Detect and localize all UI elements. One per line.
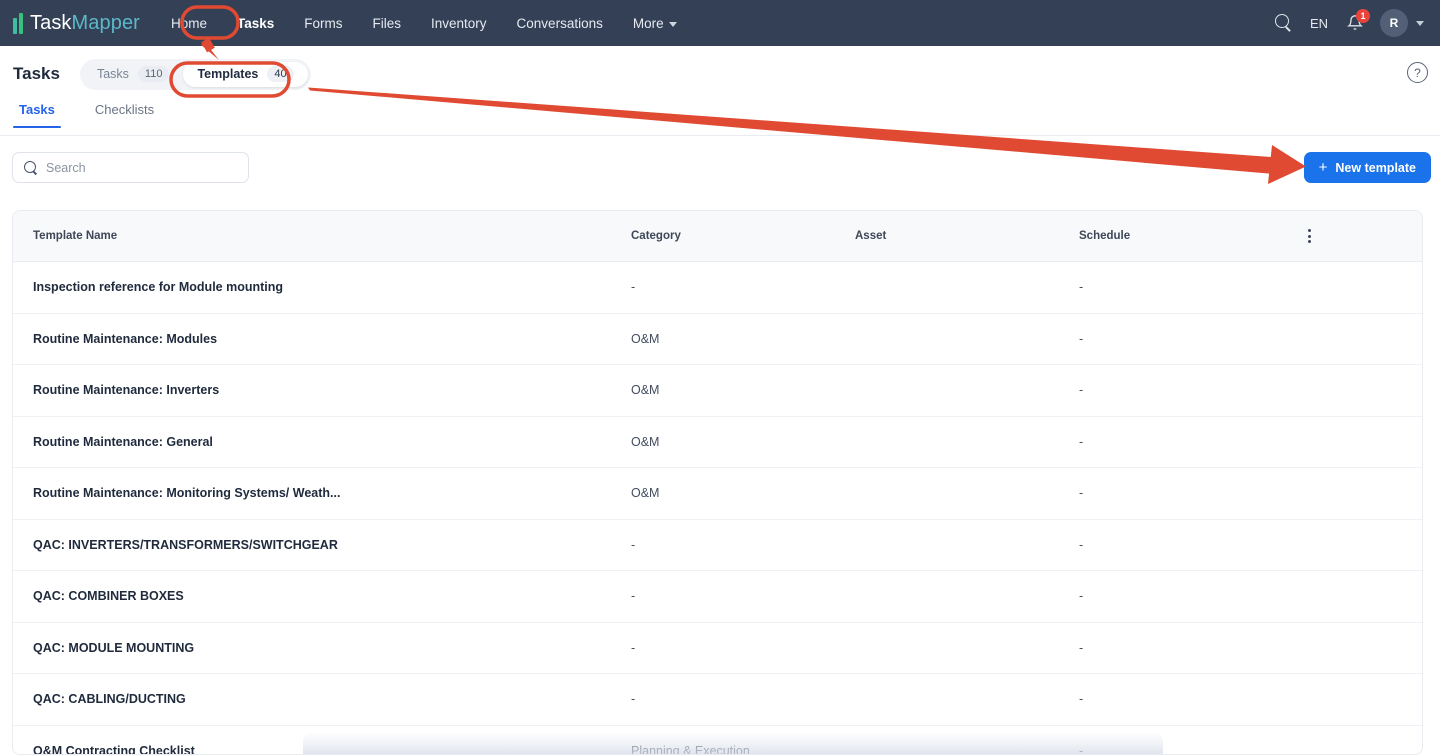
cell-schedule: - (1079, 589, 1084, 604)
search-icon (23, 160, 38, 175)
app-logo[interactable]: TaskMapper (13, 12, 140, 35)
cell-category: - (631, 692, 636, 707)
logo-text-second: Mapper (71, 11, 140, 34)
nav-item-more[interactable]: More (625, 11, 685, 36)
toolbar: Search + New template (0, 152, 1440, 184)
app-root: TaskMapper Home Tasks Forms Files Invent… (0, 0, 1440, 755)
nav-item-label: Inventory (431, 15, 487, 31)
notifications-button[interactable]: 1 (1338, 6, 1372, 40)
cell-template-name: Routine Maintenance: Modules (33, 331, 218, 346)
tab-checklists[interactable]: Checklists (89, 102, 160, 127)
cell-schedule: - (1079, 486, 1084, 501)
column-header-asset[interactable]: Asset (855, 230, 1079, 242)
new-template-label: New template (1335, 160, 1416, 175)
nav-item-label: Files (372, 15, 402, 31)
table-row[interactable]: QAC: CABLING/DUCTING - - (13, 674, 1422, 726)
cell-category: O&M (631, 331, 660, 346)
segment-label: Templates (197, 67, 259, 81)
avatar[interactable]: R (1380, 9, 1408, 37)
kebab-menu-icon (1308, 229, 1311, 243)
sub-tabs: Tasks Checklists (0, 102, 1440, 136)
cell-schedule: - (1079, 537, 1084, 552)
cell-category: - (631, 280, 636, 295)
table-row[interactable]: QAC: INVERTERS/TRANSFORMERS/SWITCHGEAR -… (13, 520, 1422, 571)
table-row[interactable]: QAC: COMBINER BOXES - - (13, 571, 1422, 623)
nav-item-forms[interactable]: Forms (296, 11, 350, 36)
cell-template-name: QAC: CABLING/DUCTING (33, 692, 186, 707)
page-header: Tasks Tasks 110 Templates 40 ? (0, 46, 1440, 102)
cell-schedule: - (1079, 383, 1084, 398)
top-navigation-bar: TaskMapper Home Tasks Forms Files Invent… (0, 0, 1440, 46)
cell-template-name: QAC: COMBINER BOXES (33, 589, 184, 604)
chevron-down-icon (668, 21, 677, 27)
cell-schedule: - (1079, 640, 1084, 655)
cell-category: O&M (631, 486, 660, 501)
new-template-button[interactable]: + New template (1303, 152, 1431, 183)
cell-template-name: Routine Maintenance: General (33, 434, 213, 449)
cell-category: - (631, 589, 636, 604)
nav-item-tasks[interactable]: Tasks (229, 11, 282, 36)
nav-item-label: Conversations (516, 15, 603, 31)
logo-bars-icon (13, 12, 23, 34)
segment-templates[interactable]: Templates 40 (183, 61, 308, 87)
segmented-control: Tasks 110 Templates 40 (79, 58, 311, 90)
cell-category: O&M (631, 434, 660, 449)
search-placeholder: Search (46, 160, 86, 175)
table-row[interactable]: Routine Maintenance: General O&M - (13, 417, 1422, 468)
cell-schedule: - (1079, 434, 1084, 449)
table-options-button[interactable] (1305, 229, 1422, 243)
language-selector[interactable]: EN (1300, 16, 1338, 31)
cell-template-name: QAC: INVERTERS/TRANSFORMERS/SWITCHGEAR (33, 537, 338, 552)
cell-template-name: Routine Maintenance: Inverters (33, 383, 220, 398)
tab-tasks[interactable]: Tasks (13, 102, 61, 128)
segment-label: Tasks (96, 67, 129, 81)
column-header-category[interactable]: Category (631, 230, 855, 242)
templates-table: Template Name Category Asset Schedule In… (12, 210, 1423, 755)
nav-item-inventory[interactable]: Inventory (423, 11, 495, 36)
cell-template-name: O&M Contracting Checklist (33, 743, 195, 755)
cell-schedule: - (1079, 331, 1084, 346)
notification-badge: 1 (1356, 9, 1370, 23)
cell-schedule: - (1079, 692, 1084, 707)
cell-template-name: Inspection reference for Module mounting (33, 280, 284, 295)
table-row[interactable]: O&M Contracting Checklist Planning & Exe… (13, 726, 1422, 755)
segment-count: 40 (267, 66, 294, 82)
chevron-down-icon[interactable] (1416, 20, 1424, 26)
segment-tasks[interactable]: Tasks 110 (83, 62, 184, 87)
nav-item-files[interactable]: Files (365, 11, 410, 36)
table-header-row: Template Name Category Asset Schedule (13, 211, 1422, 262)
nav-item-label: Tasks (236, 15, 275, 31)
column-header-schedule[interactable]: Schedule (1079, 230, 1305, 242)
nav-item-label: Forms (304, 15, 343, 31)
column-header-template-name[interactable]: Template Name (13, 230, 631, 242)
table-row[interactable]: Routine Maintenance: Monitoring Systems/… (13, 468, 1422, 520)
nav-item-label: Home (170, 15, 207, 31)
logo-text-first: Task (30, 11, 72, 34)
table-row[interactable]: QAC: MODULE MOUNTING - - (13, 623, 1422, 674)
plus-icon: + (1318, 159, 1328, 176)
cell-template-name: Routine Maintenance: Monitoring Systems/… (33, 486, 341, 501)
cell-category: - (631, 537, 636, 552)
nav-item-home[interactable]: Home (163, 11, 215, 36)
cell-schedule: - (1079, 743, 1084, 755)
top-nav-right-cluster: EN 1 R (1266, 0, 1426, 46)
help-icon[interactable]: ? (1407, 62, 1428, 83)
cell-schedule: - (1079, 280, 1084, 295)
search-input[interactable]: Search (12, 152, 249, 183)
primary-nav-links: Home Tasks Forms Files Inventory Convers… (163, 11, 699, 36)
search-icon[interactable] (1266, 6, 1300, 40)
table-row[interactable]: Routine Maintenance: Inverters O&M - (13, 365, 1422, 417)
cell-category: O&M (631, 383, 660, 398)
cell-template-name: QAC: MODULE MOUNTING (33, 640, 195, 655)
table-row[interactable]: Routine Maintenance: Modules O&M - (13, 314, 1422, 365)
segment-count: 110 (137, 66, 170, 82)
page-title: Tasks (13, 64, 60, 83)
cell-category: Planning & Execution (631, 743, 750, 755)
nav-item-conversations[interactable]: Conversations (509, 11, 611, 36)
cell-category: - (631, 640, 636, 655)
nav-item-label: More (632, 15, 664, 31)
table-row[interactable]: Inspection reference for Module mounting… (13, 262, 1422, 314)
logo-text: TaskMapper (30, 12, 140, 35)
